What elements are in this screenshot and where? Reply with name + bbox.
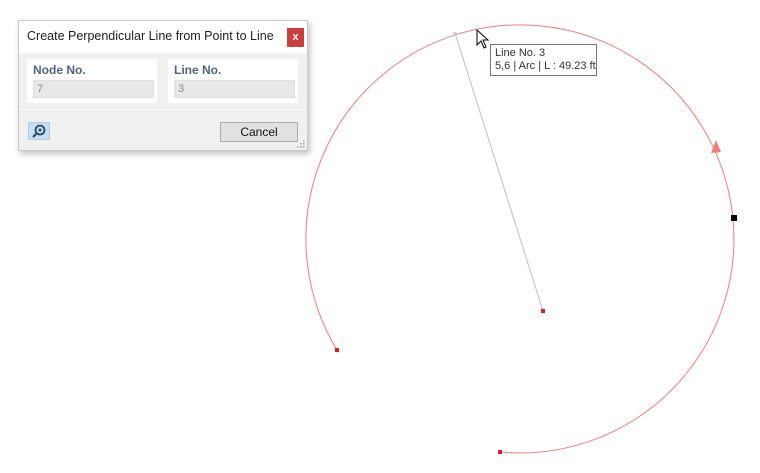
resize-grip-icon[interactable]: [297, 140, 305, 148]
snap-point: [453, 32, 457, 36]
node-no-field[interactable]: 7: [33, 80, 154, 98]
node-field-panel: Node No. 7: [27, 59, 157, 103]
tooltip-line-details: 5,6 | Arc | L : 49.23 ft: [495, 60, 596, 72]
line-info-tooltip: Line No. 3 5,6 | Arc | L : 49.23 ft: [490, 44, 597, 76]
mouse-pointer-icon: [476, 29, 490, 49]
line-no-field[interactable]: 3: [174, 80, 295, 98]
node-no-label: Node No.: [33, 63, 86, 77]
node-arc-start[interactable]: [335, 348, 339, 352]
dialog-title: Create Perpendicular Line from Point to …: [27, 29, 274, 43]
line-no-label: Line No.: [174, 63, 222, 77]
pick-icon: [32, 124, 46, 138]
node-center[interactable]: [541, 309, 545, 313]
node-arc-end[interactable]: [498, 450, 502, 454]
node-selected[interactable]: [731, 215, 737, 221]
pick-tool-button[interactable]: [28, 122, 50, 140]
dialog-divider: [19, 109, 307, 110]
line-field-panel: Line No. 3: [168, 59, 298, 103]
perpendicular-line-dialog: Create Perpendicular Line from Point to …: [18, 20, 308, 151]
cancel-button[interactable]: Cancel: [220, 122, 298, 142]
dialog-titlebar[interactable]: Create Perpendicular Line from Point to …: [19, 21, 307, 53]
close-button[interactable]: x: [287, 28, 304, 47]
tooltip-line-number: Line No. 3: [495, 47, 546, 59]
